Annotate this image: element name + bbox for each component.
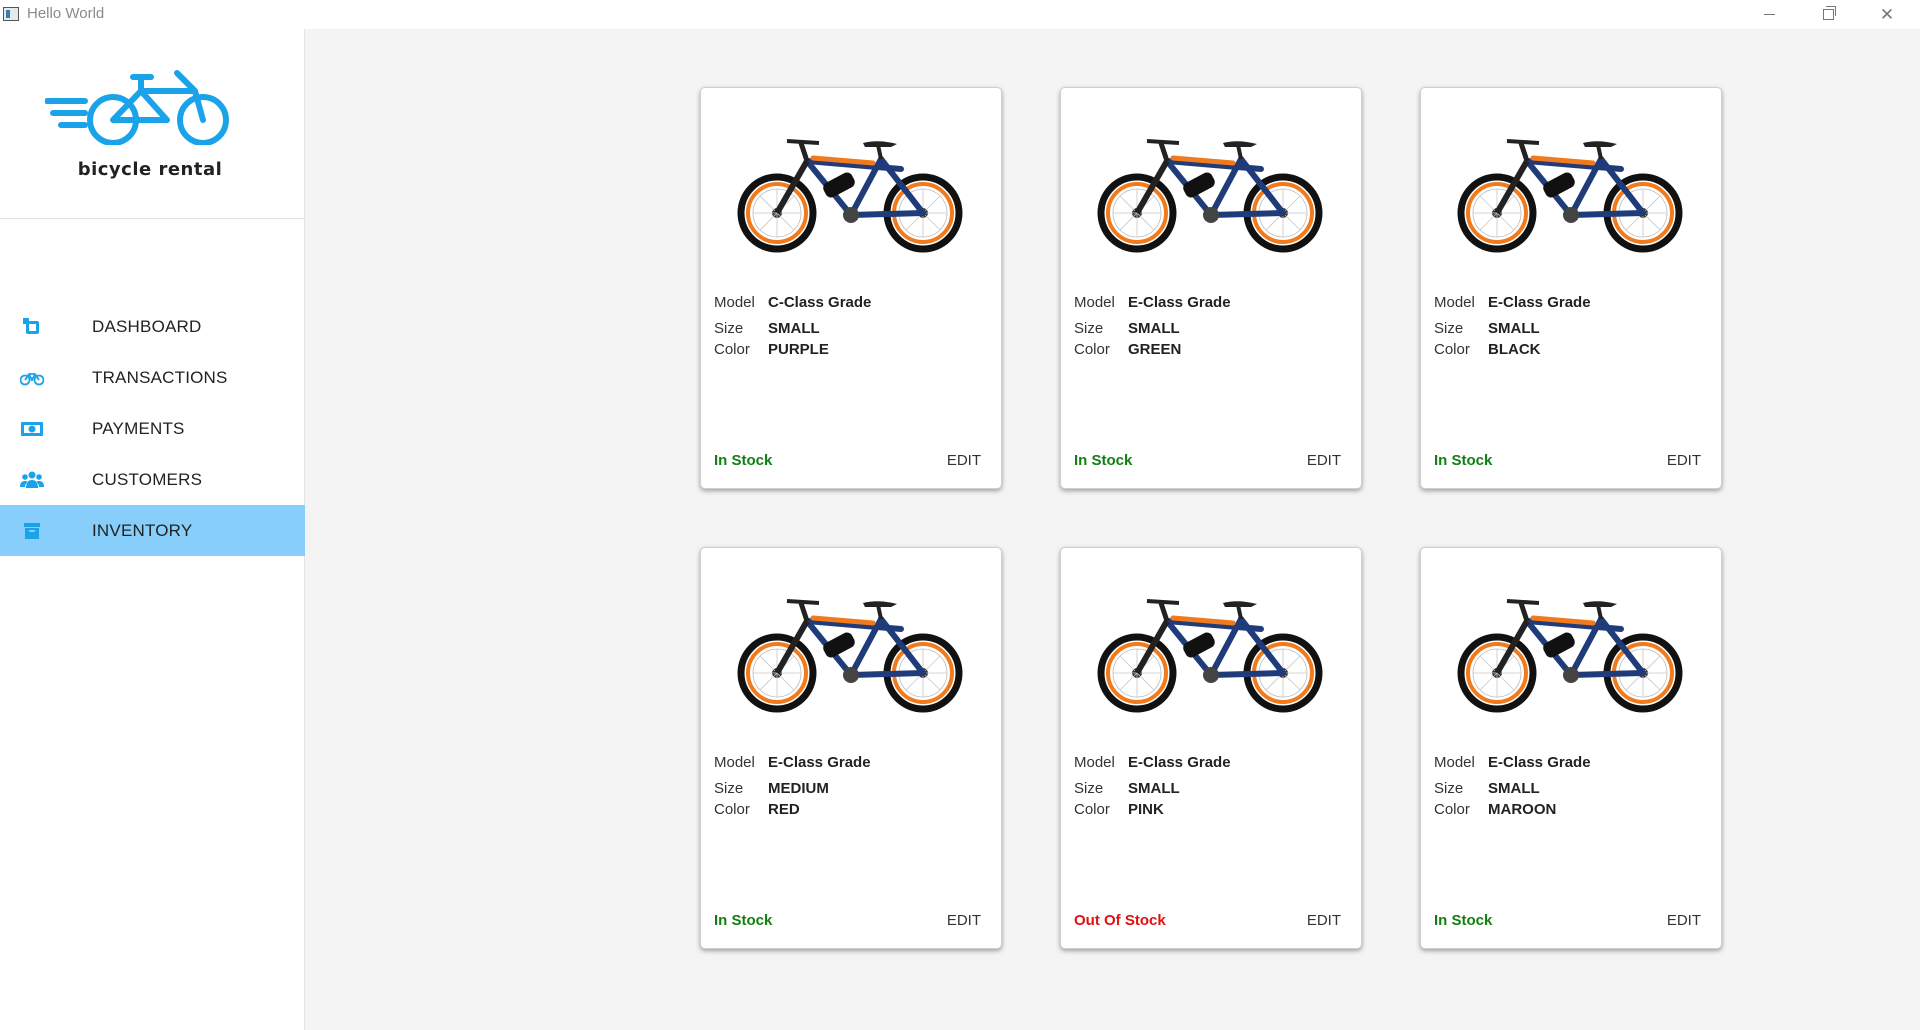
archive-icon <box>24 523 40 539</box>
model-label: Model <box>1074 754 1115 771</box>
dashboard-icon <box>23 318 39 334</box>
model-label: Model <box>714 754 755 771</box>
bicycle-image <box>1457 599 1683 713</box>
sidebar: bicycle rental DASHBOARD TRANSACTIONS PA… <box>0 29 305 1030</box>
color-label: Color <box>714 801 750 818</box>
nav-item-payments[interactable]: PAYMENTS <box>0 403 305 454</box>
size-label: Size <box>1434 780 1464 797</box>
model-label: Model <box>1434 294 1475 311</box>
inventory-card[interactable]: Model C-Class Grade Size SMALL Color PURPLE… <box>700 87 1002 489</box>
bicycle-image <box>737 139 963 253</box>
size-value: SMALL <box>1128 780 1180 797</box>
model-value: C-Class Grade <box>768 294 872 311</box>
bicycle-image <box>737 599 963 713</box>
brand-logo: bicycle rental <box>0 29 305 219</box>
size-label: Size <box>714 780 744 797</box>
bicycle-logo-icon <box>45 70 229 145</box>
nav-menu: DASHBOARD TRANSACTIONS PAYMENTS CUSTOMER… <box>0 301 305 556</box>
users-icon <box>20 471 44 488</box>
edit-button[interactable]: EDIT <box>1307 452 1341 469</box>
edit-button[interactable]: EDIT <box>1307 912 1341 929</box>
window-title: Hello World <box>27 5 105 22</box>
size-value: SMALL <box>1488 320 1540 337</box>
color-label: Color <box>1434 801 1470 818</box>
bicycle-image <box>1097 599 1323 713</box>
stock-status: In Stock <box>714 452 773 469</box>
model-label: Model <box>1434 754 1475 771</box>
nav-item-transactions[interactable]: TRANSACTIONS <box>0 352 305 403</box>
size-label: Size <box>1074 780 1104 797</box>
model-value: E-Class Grade <box>1488 754 1591 771</box>
edit-button[interactable]: EDIT <box>947 912 981 929</box>
stock-status: In Stock <box>1434 912 1493 929</box>
close-icon: ✕ <box>1879 4 1895 24</box>
money-icon <box>21 422 43 436</box>
color-value: MAROON <box>1488 801 1557 818</box>
minimize-icon <box>1763 14 1775 15</box>
model-value: E-Class Grade <box>768 754 871 771</box>
nav-label-dashboard: DASHBOARD <box>92 317 202 336</box>
nav-item-inventory[interactable]: INVENTORY <box>0 505 305 556</box>
stock-status: Out Of Stock <box>1074 912 1166 929</box>
stock-status: In Stock <box>714 912 773 929</box>
stock-status: In Stock <box>1074 452 1133 469</box>
nav-label-customers: CUSTOMERS <box>92 470 203 489</box>
nav-item-customers[interactable]: CUSTOMERS <box>0 454 305 505</box>
color-value: BLACK <box>1488 341 1541 358</box>
edit-button[interactable]: EDIT <box>1667 452 1701 469</box>
size-value: SMALL <box>1488 780 1540 797</box>
model-label: Model <box>714 294 755 311</box>
color-label: Color <box>714 341 750 358</box>
size-label: Size <box>1074 320 1104 337</box>
restore-icon <box>1822 6 1836 20</box>
color-value: GREEN <box>1128 341 1182 358</box>
bicycle-image <box>1457 139 1683 253</box>
inventory-card[interactable]: Model E-Class Grade Size MEDIUM Color RED I… <box>700 547 1002 949</box>
nav-label-transactions: TRANSACTIONS <box>92 368 228 387</box>
size-label: Size <box>714 320 744 337</box>
edit-button[interactable]: EDIT <box>947 452 981 469</box>
title-bar: Hello World ✕ <box>0 0 1920 29</box>
edit-button[interactable]: EDIT <box>1667 912 1701 929</box>
color-label: Color <box>1074 341 1110 358</box>
inventory-panel: Model C-Class Grade Size SMALL Color PURPLE… <box>305 29 1920 1030</box>
inventory-card[interactable]: Model E-Class Grade Size SMALL Color GREEN … <box>1060 87 1362 489</box>
nav-label-payments: PAYMENTS <box>92 419 185 438</box>
color-label: Color <box>1434 341 1470 358</box>
inventory-card[interactable]: Model E-Class Grade Size SMALL Color BLACK … <box>1420 87 1722 489</box>
color-value: RED <box>768 801 800 818</box>
brand-name: bicycle rental <box>77 159 223 180</box>
inventory-card[interactable]: Model E-Class Grade Size SMALL Color PINK O… <box>1060 547 1362 949</box>
size-value: MEDIUM <box>768 780 829 797</box>
restore-button[interactable] <box>1799 0 1857 29</box>
color-value: PURPLE <box>768 341 829 358</box>
close-button[interactable]: ✕ <box>1858 0 1916 29</box>
stock-status: In Stock <box>1434 452 1493 469</box>
size-value: SMALL <box>768 320 820 337</box>
app-icon <box>3 7 19 21</box>
model-value: E-Class Grade <box>1128 294 1231 311</box>
color-value: PINK <box>1128 801 1164 818</box>
model-value: E-Class Grade <box>1128 754 1231 771</box>
inventory-card[interactable]: Model E-Class Grade Size SMALL Color MAROON… <box>1420 547 1722 949</box>
model-value: E-Class Grade <box>1488 294 1591 311</box>
minimize-button[interactable] <box>1740 0 1798 29</box>
bicycle-icon <box>20 373 44 386</box>
size-label: Size <box>1434 320 1464 337</box>
model-label: Model <box>1074 294 1115 311</box>
nav-item-dashboard[interactable]: DASHBOARD <box>0 301 305 352</box>
color-label: Color <box>1074 801 1110 818</box>
nav-label-inventory: INVENTORY <box>92 521 193 540</box>
bicycle-image <box>1097 139 1323 253</box>
size-value: SMALL <box>1128 320 1180 337</box>
